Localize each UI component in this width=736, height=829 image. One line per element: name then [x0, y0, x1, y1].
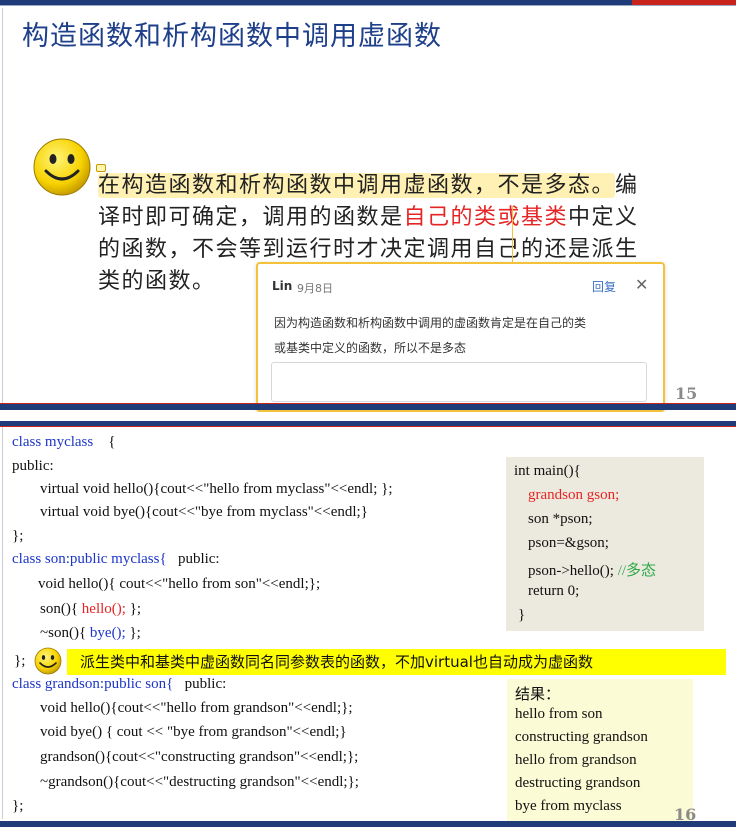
comment-text-line: 因为构造函数和析构函数中调用的虚函数肯定是在自己的类 [274, 316, 587, 330]
para-text: 编 [615, 173, 639, 198]
bottom-bar [0, 821, 736, 827]
slide-16: class myclass { public: virtual void hel… [0, 412, 736, 829]
result-line: hello from son [515, 706, 603, 722]
left-rule [2, 8, 3, 408]
code-line: class grandson:public son{ public: [12, 676, 226, 693]
comment-author: Lin [272, 279, 293, 293]
code-line: class myclass { [12, 434, 115, 451]
code-line: virtual void bye(){cout<<"bye from mycla… [40, 504, 368, 520]
code-line: class son:public myclass{ public: [12, 551, 220, 568]
code-line: son(){ hello(); }; [40, 601, 141, 618]
main-code-line: pson=&gson; [528, 535, 609, 551]
code-line: void bye() { cout << "bye from grandson"… [40, 724, 347, 740]
smiley-icon [33, 138, 91, 196]
bottom-bar [0, 404, 736, 410]
code-line: void hello(){ cout<<"hello from son"<<en… [38, 576, 321, 592]
code-keyword: class grandson:public son{ [12, 676, 174, 692]
para-text: 译时即可确定，调用的函数是 [98, 205, 404, 230]
code-text: }; [125, 601, 142, 617]
code-text: public: [166, 551, 220, 567]
result-box: 结果： hello from son constructing grandson… [507, 679, 693, 823]
result-line: hello from grandson [515, 752, 637, 768]
main-code-line: pson->hello(); //多态 [528, 559, 656, 580]
code-text: public: [173, 676, 227, 692]
comment-text-line: 或基类中定义的函数，所以不是多态 [274, 341, 467, 355]
code-line: ~son(){ bye(); }; [40, 625, 141, 642]
comment-popup[interactable]: Lin 9月8日 回复 ✕ 因为构造函数和析构函数中调用的虚函数肯定是在自己的类… [256, 262, 665, 412]
code-keyword: class myclass [12, 434, 94, 450]
main-code-line: son *pson; [528, 511, 593, 527]
code-text: { [93, 434, 116, 450]
main-code-box: int main(){ grandson gson; son *pson; ps… [506, 457, 704, 631]
code-text: pson->hello(); [528, 563, 618, 579]
para-line-1: 在构造函数和析构函数中调用虚函数，不是多态。编 [98, 170, 710, 202]
code-line: void hello(){cout<<"hello from grandson"… [40, 700, 353, 716]
code-text: ~son(){ [40, 625, 90, 641]
code-line: }; [12, 528, 24, 544]
code-line: }; [12, 798, 24, 814]
top-rule [0, 5, 736, 6]
main-code-line: return 0; [528, 583, 580, 599]
reply-button[interactable]: 回复 [592, 278, 616, 295]
comment-date: 9月8日 [297, 282, 333, 295]
main-code-line: grandson gson; [528, 487, 620, 503]
para-line-2: 译时即可确定，调用的函数是自己的类或基类中定义 [98, 202, 710, 234]
left-rule [2, 427, 3, 819]
main-code-line: int main(){ [514, 463, 581, 479]
code-text: }; [125, 625, 141, 641]
para-text: 中定义 [568, 205, 639, 230]
main-code-line: } [518, 607, 526, 623]
code-line: virtual void hello(){cout<<"hello from m… [40, 481, 393, 497]
top-red-accent [632, 0, 736, 5]
note-banner-text: 派生类中和基类中虚函数同名同参数表的函数，不加virtual也自动成为虚函数 [80, 653, 593, 671]
comment-pointer-line [512, 206, 513, 264]
result-title: 结果： [515, 685, 561, 703]
code-text: son(){ [40, 601, 82, 617]
code-line: public: [12, 458, 54, 474]
highlighted-text: 在构造函数和析构函数中调用虚函数，不是多态。 [98, 173, 616, 198]
code-line: ~grandson(){cout<<"destructing grandson"… [40, 774, 359, 790]
code-comment: //多态 [617, 563, 657, 579]
comment-text: 因为构造函数和析构函数中调用的虚函数肯定是在自己的类 或基类中定义的函数，所以不… [274, 311, 654, 361]
reply-input[interactable] [271, 362, 647, 402]
slide-title: 构造函数和析构函数中调用虚函数 [22, 21, 442, 52]
top-red-rule [0, 426, 736, 427]
result-line: destructing grandson [515, 775, 641, 791]
code-line: grandson(){cout<<"constructing grandson"… [40, 749, 359, 765]
close-icon[interactable]: ✕ [635, 275, 648, 294]
emphasis-text: 自己的类或基类 [403, 205, 569, 230]
page-number: 15 [675, 384, 698, 403]
result-line: constructing grandson [515, 729, 648, 745]
code-highlight-red: hello(); [81, 601, 126, 617]
smiley-icon [34, 647, 62, 675]
result-line: bye from myclass [515, 798, 622, 814]
code-highlight-blue: bye(); [89, 625, 126, 641]
slide-15: 构造函数和析构函数中调用虚函数 在构造函数和析构函数中调用虚函数，不是多态。编 … [0, 0, 736, 412]
code-line: }; [14, 653, 26, 669]
code-keyword: class son:public myclass{ [12, 551, 167, 567]
